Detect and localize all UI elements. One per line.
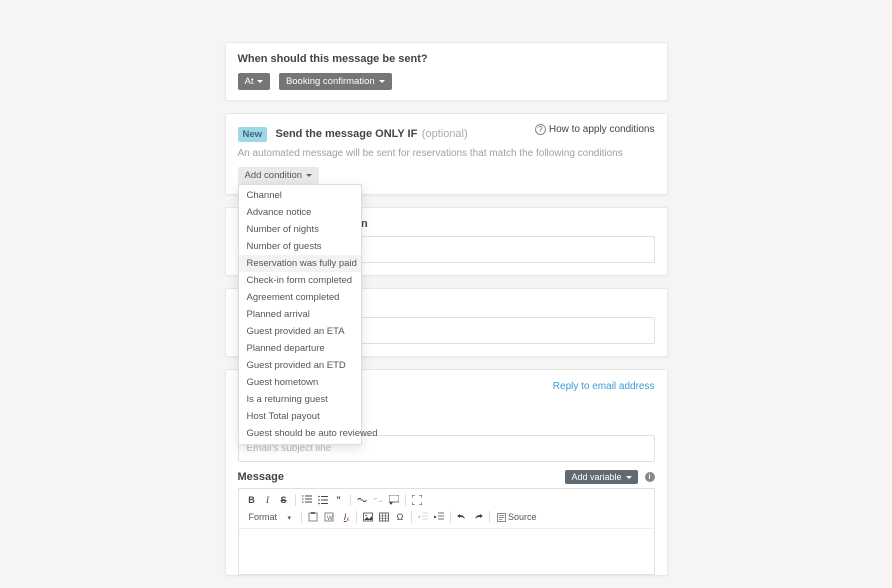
- condition-option[interactable]: Host Total payout: [239, 408, 361, 425]
- optional-label: (optional): [422, 128, 468, 140]
- unlink-icon[interactable]: [371, 493, 385, 507]
- bullet-list-icon[interactable]: [316, 493, 330, 507]
- info-icon[interactable]: i: [645, 472, 655, 482]
- condition-option[interactable]: Advance notice: [239, 204, 361, 221]
- format-select[interactable]: Format ▾: [245, 511, 296, 523]
- editor-toolbar: B I S ”: [239, 489, 654, 529]
- new-badge: New: [238, 127, 268, 142]
- maximize-icon[interactable]: [410, 493, 424, 507]
- quote-icon[interactable]: ”: [332, 493, 346, 507]
- reply-to-link[interactable]: Reply to email address: [553, 381, 655, 392]
- chevron-down-icon: [306, 174, 312, 177]
- condition-option[interactable]: Guest hometown: [239, 374, 361, 391]
- add-variable-button[interactable]: Add variable: [565, 470, 637, 484]
- source-button[interactable]: Source: [494, 510, 540, 524]
- numbered-list-icon[interactable]: [300, 493, 314, 507]
- bold-icon[interactable]: B: [245, 493, 259, 507]
- condition-option[interactable]: Check-in form completed: [239, 272, 361, 289]
- condition-option[interactable]: Planned departure: [239, 340, 361, 357]
- condition-option[interactable]: Guest provided an ETA: [239, 323, 361, 340]
- paste-icon[interactable]: [306, 510, 320, 524]
- condition-option[interactable]: Agreement completed: [239, 289, 361, 306]
- add-condition-button[interactable]: Add condition: [238, 167, 320, 184]
- condition-option[interactable]: Guest should be auto reviewed: [239, 425, 361, 442]
- specialchar-icon[interactable]: Ω: [393, 510, 407, 524]
- svg-text:W: W: [327, 516, 333, 522]
- conditions-card: New Send the message ONLY IF (optional) …: [225, 113, 668, 195]
- italic-icon[interactable]: I: [261, 493, 275, 507]
- link-icon[interactable]: [355, 493, 369, 507]
- condition-option[interactable]: Is a returning guest: [239, 391, 361, 408]
- remove-format-icon[interactable]: Ix: [338, 510, 352, 524]
- editor-content[interactable]: [239, 529, 654, 574]
- undo-icon[interactable]: [455, 510, 469, 524]
- condition-option[interactable]: Number of nights: [239, 221, 361, 238]
- anchor-icon[interactable]: [387, 493, 401, 507]
- conditions-title: Send the message ONLY IF: [276, 128, 418, 140]
- outdent-icon[interactable]: [416, 510, 430, 524]
- form-panel: When should this message be sent? At Boo…: [225, 42, 668, 588]
- event-dropdown[interactable]: Booking confirmation: [279, 73, 392, 90]
- chevron-down-icon: [626, 476, 632, 479]
- conditions-subtext: An automated message will be sent for re…: [238, 148, 655, 159]
- condition-option[interactable]: Reservation was fully paid: [239, 255, 361, 272]
- condition-option[interactable]: Guest provided an ETD: [239, 357, 361, 374]
- message-label: Message: [238, 471, 284, 483]
- at-dropdown[interactable]: At: [238, 73, 271, 90]
- condition-option[interactable]: Channel: [239, 187, 361, 204]
- rich-text-editor: B I S ”: [238, 488, 655, 575]
- help-link[interactable]: ? How to apply conditions: [535, 124, 655, 135]
- chevron-down-icon: [257, 80, 263, 83]
- condition-option[interactable]: Planned arrival: [239, 306, 361, 323]
- redo-icon[interactable]: [471, 510, 485, 524]
- indent-icon[interactable]: [432, 510, 446, 524]
- timing-card: When should this message be sent? At Boo…: [225, 42, 668, 101]
- strike-icon[interactable]: S: [277, 493, 291, 507]
- paste-word-icon[interactable]: W: [322, 510, 336, 524]
- condition-menu: ChannelAdvance noticeNumber of nightsNum…: [238, 184, 362, 445]
- image-icon[interactable]: [361, 510, 375, 524]
- condition-option[interactable]: Number of guests: [239, 238, 361, 255]
- chevron-down-icon: [379, 80, 385, 83]
- timing-header: When should this message be sent?: [238, 53, 655, 65]
- question-icon: ?: [535, 124, 546, 135]
- table-icon[interactable]: [377, 510, 391, 524]
